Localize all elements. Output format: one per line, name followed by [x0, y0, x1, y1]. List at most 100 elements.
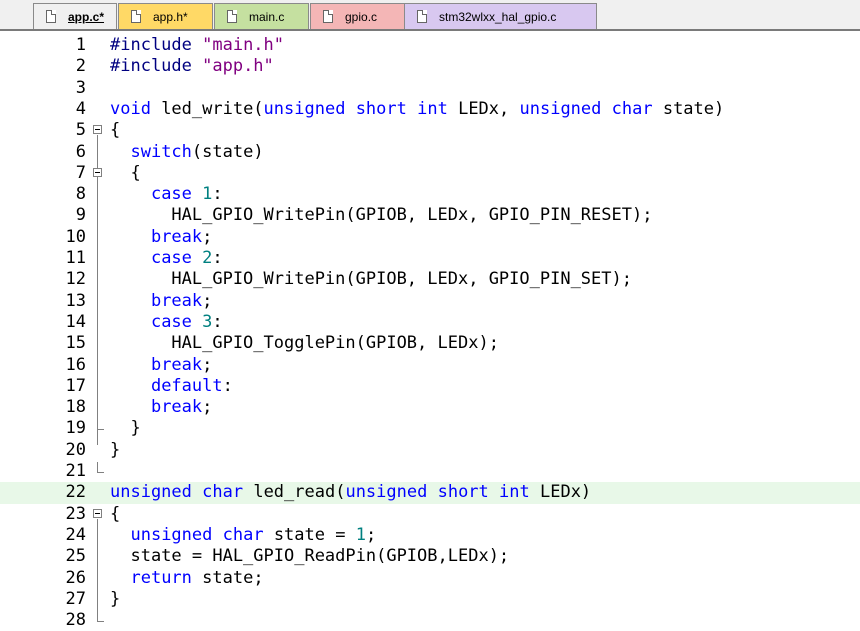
code-line[interactable]: 23 { — [0, 504, 860, 525]
line-number: 26 — [65, 567, 86, 588]
file-tab-label: main.c — [249, 9, 285, 24]
line-number: 6 — [75, 141, 86, 162]
code-text: { — [110, 120, 121, 141]
code-line[interactable]: 2 #include "app.h" — [0, 56, 860, 77]
code-line[interactable]: 27} — [0, 589, 860, 610]
file-tab[interactable]: app.c* — [33, 3, 117, 29]
fold-end-marker — [97, 419, 104, 431]
line-number: 7 — [75, 162, 86, 183]
code-line[interactable]: 3 — [0, 78, 860, 99]
code-text: default: — [150, 375, 233, 396]
code-line[interactable]: 25 state = HAL_GPIO_ReadPin(GPIOB,LEDx); — [0, 546, 860, 567]
code-line[interactable]: 4 void led_write(unsigned short int LEDx,… — [0, 99, 860, 120]
code-text: unsigned char led_read(unsigned short in… — [110, 482, 592, 503]
line-number: 1 — [75, 35, 86, 55]
line-number: 13 — [65, 290, 86, 311]
code-text: HAL_GPIO_TogglePin(GPIOB, LEDx); — [110, 333, 499, 354]
code-text: { — [110, 162, 141, 183]
line-number: 8 — [75, 184, 86, 205]
code-line[interactable]: 7 { — [0, 163, 860, 184]
line-number: 10 — [65, 226, 86, 247]
fold-end-marker — [97, 611, 104, 623]
code-line[interactable]: 10 break; — [0, 227, 860, 248]
line-number: 23 — [65, 503, 86, 524]
line-number: 4 — [75, 98, 86, 119]
code-text: unsigned char state = 1; — [130, 524, 377, 545]
code-line[interactable]: 14 case 3: — [0, 312, 860, 333]
code-text: break; — [150, 290, 213, 311]
fold-guide — [97, 518, 98, 616]
file-tab[interactable]: gpio.c — [310, 3, 405, 29]
document-icon — [323, 10, 333, 23]
line-number: 19 — [65, 418, 86, 439]
code-text: void led_write(unsigned short int LEDx, … — [110, 98, 725, 119]
code-line[interactable]: 26 return state; — [0, 568, 860, 589]
line-number: 9 — [75, 205, 86, 226]
code-text: { — [110, 503, 121, 524]
line-number: 27 — [65, 588, 86, 609]
code-line[interactable]: 8 case 1: — [0, 184, 860, 205]
code-text: return state; — [130, 567, 264, 588]
code-line[interactable]: 17 default: — [0, 376, 860, 397]
code-line[interactable]: 24 unsigned char state = 1; — [0, 525, 860, 546]
code-editor[interactable]: 1 #include "main.h" 2 #include "app.h" 3 4 voi… — [0, 33, 860, 630]
line-number: 21 — [65, 461, 86, 481]
code-text: case 1: — [150, 184, 223, 205]
code-text: break; — [150, 354, 213, 375]
code-line[interactable]: 18 break; — [0, 397, 860, 418]
code-text: break; — [150, 226, 213, 247]
document-icon — [417, 10, 427, 23]
file-tab[interactable]: app.h* — [118, 3, 213, 29]
file-tab-bar: app.c* app.h* main.c gpio.c stm32wlxx_hal_gp… — [0, 0, 860, 31]
line-number: 12 — [65, 269, 86, 290]
line-number: 16 — [65, 354, 86, 375]
line-number: 24 — [65, 524, 86, 545]
line-number: 22 — [65, 482, 86, 503]
line-number: 5 — [75, 120, 86, 141]
line-number: 15 — [65, 333, 86, 354]
fold-toggle-icon[interactable] — [92, 163, 102, 184]
line-number: 18 — [65, 397, 86, 418]
line-number: 25 — [65, 546, 86, 567]
fold-end-marker — [97, 462, 104, 473]
code-text: } — [110, 588, 121, 609]
code-line[interactable]: 9 HAL_GPIO_WritePin(GPIOB, LEDx, GPIO_PI… — [0, 205, 860, 226]
line-number: 20 — [65, 439, 86, 460]
code-text: HAL_GPIO_WritePin(GPIOB, LEDx, GPIO_PIN_… — [110, 269, 632, 290]
file-tab-label: app.c* — [68, 9, 105, 24]
line-number: 17 — [65, 375, 86, 396]
code-text: state = HAL_GPIO_ReadPin(GPIOB,LEDx); — [110, 546, 510, 567]
code-line[interactable]: 21 — [0, 461, 860, 482]
code-text: HAL_GPIO_WritePin(GPIOB, LEDx, GPIO_PIN_… — [110, 205, 653, 226]
code-text: case 3: — [150, 311, 223, 332]
code-line[interactable]: 13 break; — [0, 291, 860, 312]
code-line[interactable]: 20} — [0, 440, 860, 461]
code-text: case 2: — [150, 248, 223, 268]
file-tab-label: app.h* — [153, 9, 188, 24]
code-line[interactable]: 16 break; — [0, 355, 860, 376]
file-tab-label: stm32wlxx_hal_gpio.c — [439, 9, 557, 24]
line-number: 14 — [65, 311, 86, 332]
line-number: 3 — [75, 77, 86, 98]
file-tab-label: gpio.c — [345, 9, 378, 24]
line-number: 11 — [65, 248, 86, 268]
code-line[interactable]: 15 HAL_GPIO_TogglePin(GPIOB, LEDx); — [0, 333, 860, 354]
document-icon — [227, 10, 237, 23]
code-line[interactable]: 1 #include "main.h" — [0, 35, 860, 56]
code-line[interactable]: 11 case 2: — [0, 248, 860, 269]
code-text: #include "main.h" — [110, 35, 285, 55]
document-icon — [131, 10, 141, 23]
code-line[interactable]: 5{ — [0, 120, 860, 141]
code-text: break; — [150, 397, 213, 418]
code-line[interactable]: 19 } — [0, 418, 860, 439]
code-text: } — [110, 439, 121, 460]
code-text: #include "app.h" — [110, 56, 274, 77]
code-text: switch(state) — [130, 141, 264, 162]
document-icon — [46, 10, 56, 23]
code-line[interactable]: 12 HAL_GPIO_WritePin(GPIOB, LEDx, GPIO_P… — [0, 269, 860, 290]
code-line[interactable]: 22 unsigned char led_read(unsigned short … — [0, 482, 860, 504]
code-text: } — [110, 418, 141, 439]
code-line[interactable]: 6 switch(state) — [0, 142, 860, 163]
file-tab[interactable]: stm32wlxx_hal_gpio.c — [404, 3, 597, 29]
file-tab[interactable]: main.c — [214, 3, 309, 29]
